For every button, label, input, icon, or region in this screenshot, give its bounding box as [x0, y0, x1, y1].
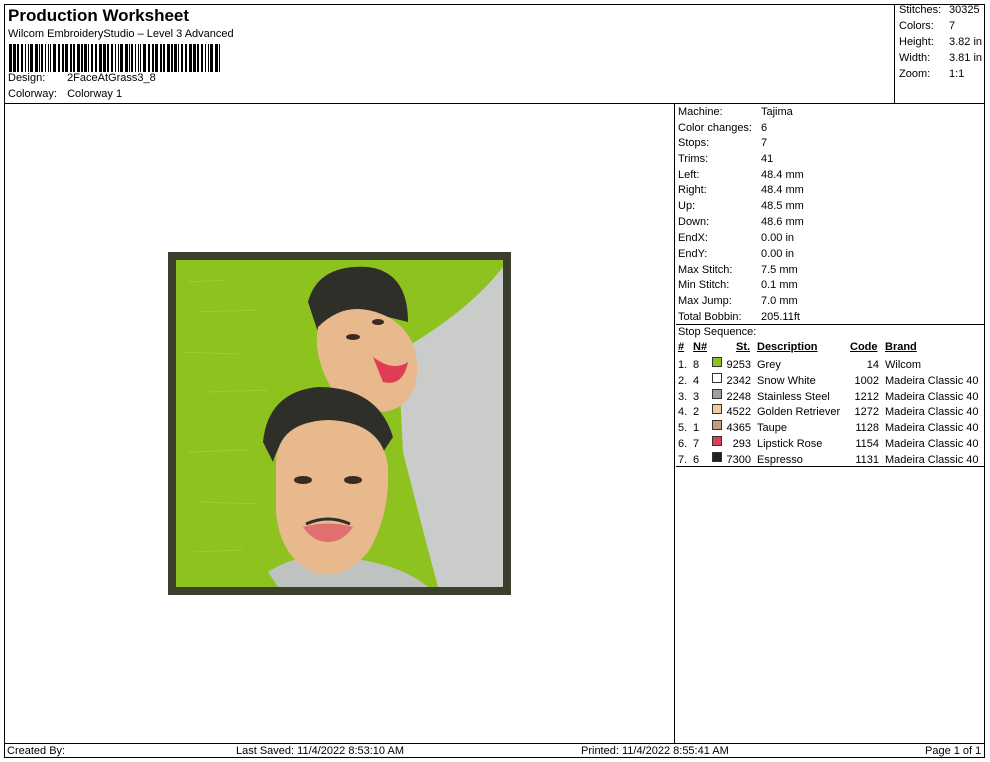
stop-needle: 2 — [693, 406, 700, 419]
thread-code: 1128 — [855, 422, 879, 435]
stop-stitches: 9253 — [726, 359, 751, 371]
software-name: Wilcom EmbroideryStudio – Level 3 Advanc… — [8, 28, 234, 40]
stop-stitches: 293 — [732, 438, 751, 450]
stop-num: 1. — [678, 359, 688, 371]
stop-num: 3. — [678, 390, 688, 403]
info-row: EndY: 0.00 in — [678, 248, 795, 260]
worksheet-footer: Created By: Last Saved: 11/4/2022 8:53:1… — [4, 743, 985, 758]
thread-code: 1212 — [854, 390, 879, 403]
created-by: Created By: — [7, 745, 66, 757]
colorway-label: Colorway: — [8, 88, 57, 100]
summary-row: Colors: 7 — [899, 20, 956, 32]
info-row: Total Bobbin: 205.11ft — [678, 311, 800, 323]
design-preview-area — [4, 104, 675, 744]
stop-row: 5. 1 4365 Taupe 1128 Madeira Classic 40 — [676, 420, 985, 436]
thread-description: Golden Retriever — [757, 406, 841, 419]
stop-stitches: 4365 — [726, 422, 751, 435]
design-value: 2FaceAtGrass3_8 — [67, 72, 156, 84]
colorway-row: Colorway: Colorway 1 — [8, 88, 122, 100]
thread-description: Snow White — [757, 374, 816, 387]
thread-brand: Madeira Classic 40 — [885, 438, 979, 450]
worksheet-header: Production Worksheet Wilcom EmbroiderySt… — [4, 4, 985, 104]
thread-code: 1002 — [854, 374, 879, 387]
page-number: Page 1 of 1 — [925, 745, 982, 757]
stop-needle: 1 — [693, 422, 700, 435]
col-description: Description — [757, 341, 818, 353]
stop-num: 4. — [678, 406, 688, 419]
thread-description: Grey — [757, 359, 781, 371]
info-row: Left: 48.4 mm — [678, 169, 804, 181]
stop-num: 5. — [678, 422, 688, 435]
barcode-icon — [9, 44, 220, 72]
thread-color-swatch — [712, 404, 722, 415]
stop-num: 2. — [678, 374, 688, 387]
thread-code: 1272 — [854, 406, 879, 419]
stop-needle: 4 — [693, 374, 700, 387]
stop-stitches: 2248 — [726, 390, 751, 403]
stop-sequence-divider — [676, 466, 985, 467]
thread-brand: Madeira Classic 40 — [885, 406, 979, 419]
thread-description: Stainless Steel — [757, 390, 830, 403]
stop-row: 6. 7 293 Lipstick Rose 1154 Madeira Classic 4… — [676, 436, 985, 452]
thread-color-swatch — [712, 420, 722, 431]
col-num: # — [678, 341, 685, 353]
stop-row: 2. 4 2342 Snow White 1002 Madeira Classic 40 — [676, 372, 985, 389]
info-row: Machine: Tajima — [678, 106, 793, 118]
thread-color-swatch — [712, 372, 722, 383]
info-row: Up: 48.5 mm — [678, 200, 804, 212]
info-row: Max Jump: 7.0 mm — [678, 295, 798, 307]
col-st: St. — [736, 341, 751, 353]
col-brand: Brand — [885, 341, 917, 353]
thread-color-swatch — [712, 388, 722, 399]
thread-brand: Wilcom — [885, 359, 922, 371]
stop-stitches: 4522 — [726, 406, 751, 419]
col-n: N# — [693, 341, 708, 353]
page-title: Production Worksheet — [8, 6, 190, 25]
thread-code: 14 — [866, 359, 879, 371]
stop-needle: 8 — [693, 359, 700, 371]
embroidery-design-image — [168, 252, 511, 595]
stop-row: 3. 3 2248 Stainless Steel 1212 Madeira Classi… — [676, 388, 985, 405]
info-row: Down: 48.6 mm — [678, 216, 804, 228]
thread-description: Lipstick Rose — [757, 438, 823, 450]
stop-row: 4. 2 4522 Golden Retriever 1272 Madeira Class… — [676, 404, 985, 420]
summary-row: Stitches: 30325 — [899, 4, 980, 16]
info-row: Stops: 7 — [678, 137, 768, 149]
colorway-value: Colorway 1 — [67, 88, 123, 100]
summary-panel: Stitches: 30325 Colors: 7 Height: 3.82 in W… — [894, 4, 985, 104]
thread-description: Taupe — [757, 422, 787, 435]
stop-num: 6. — [678, 438, 688, 450]
summary-row: Height: 3.82 in — [899, 36, 983, 48]
summary-row: Zoom: 1:1 — [899, 68, 965, 80]
summary-row: Width: 3.81 in — [899, 52, 983, 64]
thread-color-swatch — [712, 357, 722, 367]
stop-sequence-header: Stop Sequence: — [676, 324, 985, 340]
stop-sequence-title: Stop Sequence: — [678, 326, 757, 338]
info-row: Color changes: 6 — [678, 122, 768, 134]
thread-code: 1154 — [855, 438, 879, 450]
stop-needle: 3 — [693, 390, 700, 403]
printed-date: Printed: 11/4/2022 8:55:41 AM — [581, 745, 729, 757]
last-saved: Last Saved: 11/4/2022 8:53:10 AM — [236, 745, 404, 757]
info-row: Right: 48.4 mm — [678, 184, 804, 196]
thread-brand: Madeira Classic 40 — [885, 422, 979, 435]
stop-needle: 7 — [693, 438, 700, 450]
thread-color-swatch — [712, 451, 722, 462]
thread-color-swatch — [712, 436, 722, 446]
info-row: EndX: 0.00 in — [678, 232, 795, 244]
info-row: Min Stitch: 0.1 mm — [678, 279, 798, 291]
stop-stitches: 2342 — [726, 374, 751, 387]
col-code: Code — [850, 341, 878, 353]
design-row: Design: 2FaceAtGrass3_8 — [8, 72, 156, 84]
info-row: Max Stitch: 7.5 mm — [678, 264, 798, 276]
thread-brand: Madeira Classic 40 — [885, 390, 979, 403]
stop-row: 1. 8 9253 Grey 14 Wilcom — [676, 357, 985, 373]
info-row: Trims: 41 — [678, 153, 774, 165]
design-label: Design: — [8, 72, 46, 84]
thread-brand: Madeira Classic 40 — [885, 374, 979, 387]
